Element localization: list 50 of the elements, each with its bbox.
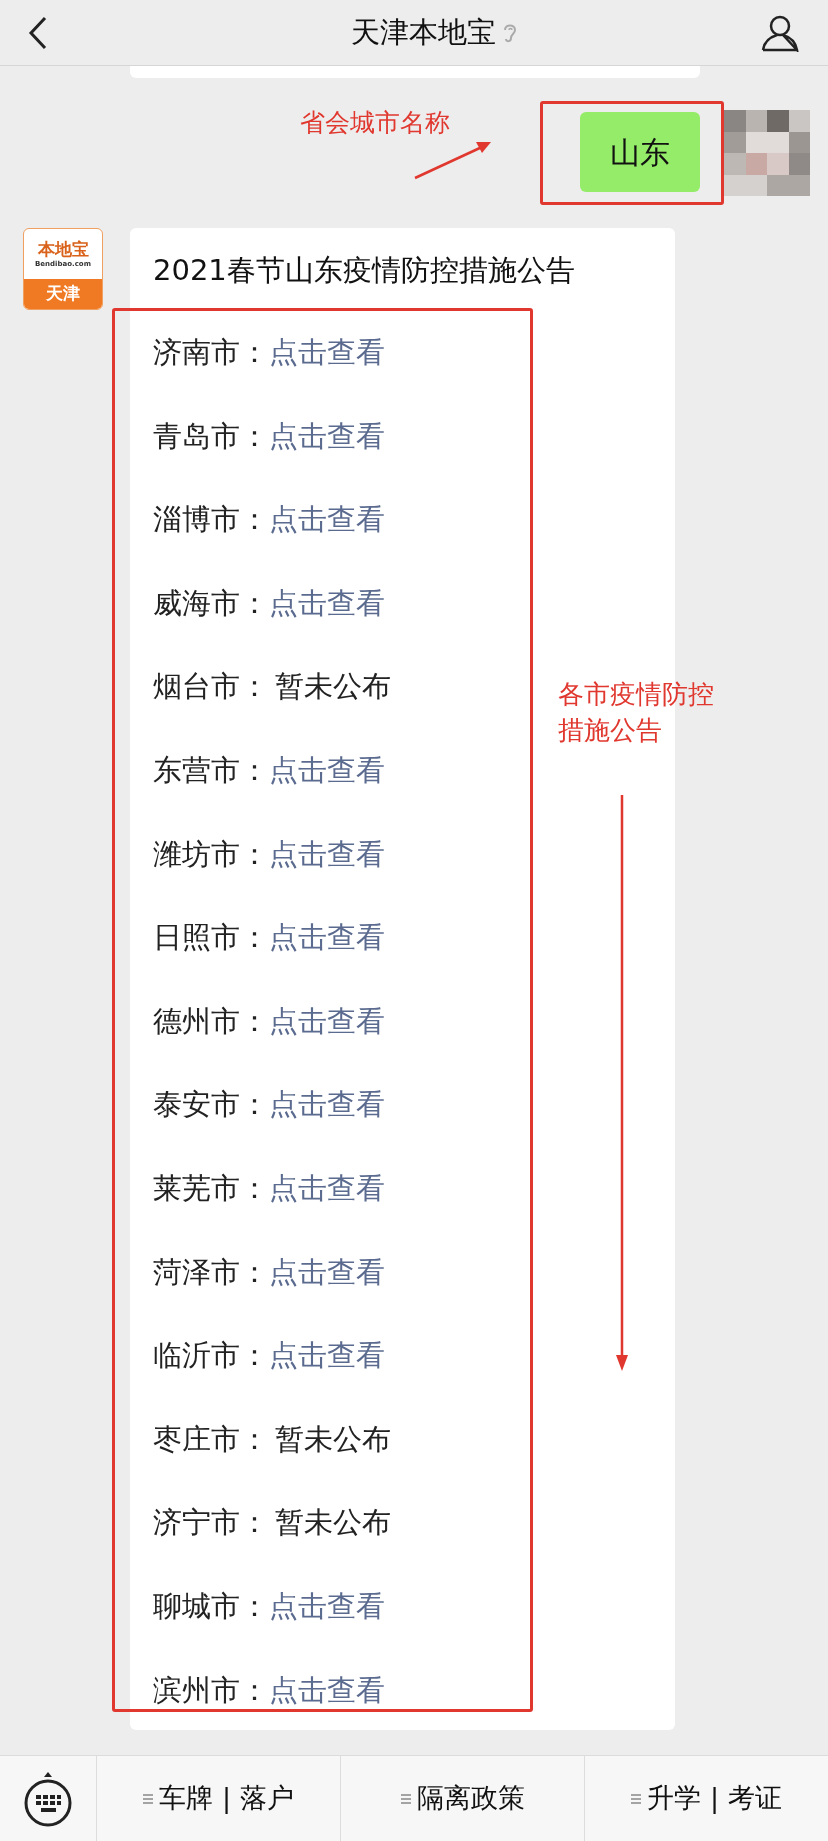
- back-icon[interactable]: [28, 15, 48, 50]
- city-name: 威海市：: [153, 584, 269, 622]
- city-name: 滨州市：: [153, 1671, 269, 1709]
- view-link[interactable]: 点击查看: [269, 581, 385, 626]
- status-text: 暂未公布: [275, 668, 391, 706]
- city-name: 青岛市：: [153, 417, 269, 455]
- person-icon[interactable]: [760, 13, 800, 52]
- logo-name: 本地宝: [37, 240, 89, 258]
- view-link[interactable]: 点击查看: [269, 331, 385, 375]
- view-link[interactable]: 点击查看: [269, 1167, 385, 1211]
- logo-city: 天津: [46, 282, 80, 306]
- menu-button[interactable]: 车牌 | 落户: [159, 1778, 294, 1819]
- city-name: 枣庄市：: [153, 1420, 269, 1458]
- annotation-label: 各市疫情防控措施公告: [558, 678, 715, 747]
- status-text: 暂未公布: [275, 1504, 391, 1542]
- view-link[interactable]: 点击查看: [269, 832, 385, 877]
- annotation-label: 省会城市名称: [300, 107, 450, 139]
- menu-button[interactable]: 升学 | 考证: [647, 1778, 782, 1819]
- view-link[interactable]: 点击查看: [269, 999, 385, 1044]
- city-name: 泰安市：: [153, 1086, 269, 1124]
- city-name: 莱芜市：: [153, 1170, 269, 1207]
- view-link[interactable]: 点击查看: [269, 1668, 385, 1713]
- city-name: 日照市：: [153, 919, 269, 957]
- city-name: 济南市：: [153, 334, 269, 372]
- view-link[interactable]: 点击查看: [269, 414, 385, 459]
- status-text: 暂未公布: [275, 1420, 391, 1458]
- city-name: 东营市：: [153, 752, 269, 789]
- city-name: 聊城市：: [153, 1587, 269, 1625]
- city-name: 烟台市：: [153, 668, 269, 706]
- menu-icon: [631, 1792, 642, 1805]
- keyboard-icon[interactable]: [23, 1770, 73, 1827]
- message-title: 2021春节山东疫情防控措施公告: [153, 252, 576, 289]
- city-name: 济宁市：: [153, 1504, 269, 1542]
- city-name: 潍坊市：: [153, 835, 269, 873]
- view-link[interactable]: 点击查看: [269, 916, 385, 960]
- city-name: 临沂市：: [153, 1337, 269, 1375]
- menu-icon: [400, 1792, 411, 1805]
- message-bubble: 山东: [580, 112, 700, 192]
- view-link[interactable]: 点击查看: [269, 1083, 385, 1127]
- view-link[interactable]: 点击查看: [269, 1584, 385, 1629]
- city-name: 德州市：: [153, 1002, 269, 1040]
- city-name: 淄博市：: [153, 501, 269, 539]
- chat-title: 天津本地宝: [350, 13, 496, 51]
- city-name: 菏泽市：: [153, 1253, 269, 1291]
- view-link[interactable]: 点击查看: [269, 1334, 385, 1378]
- view-link[interactable]: 点击查看: [269, 1250, 385, 1295]
- menu-button[interactable]: 隔离政策: [416, 1778, 525, 1819]
- view-link[interactable]: 点击查看: [269, 749, 385, 793]
- menu-icon: [143, 1792, 154, 1805]
- view-link[interactable]: 点击查看: [269, 498, 385, 542]
